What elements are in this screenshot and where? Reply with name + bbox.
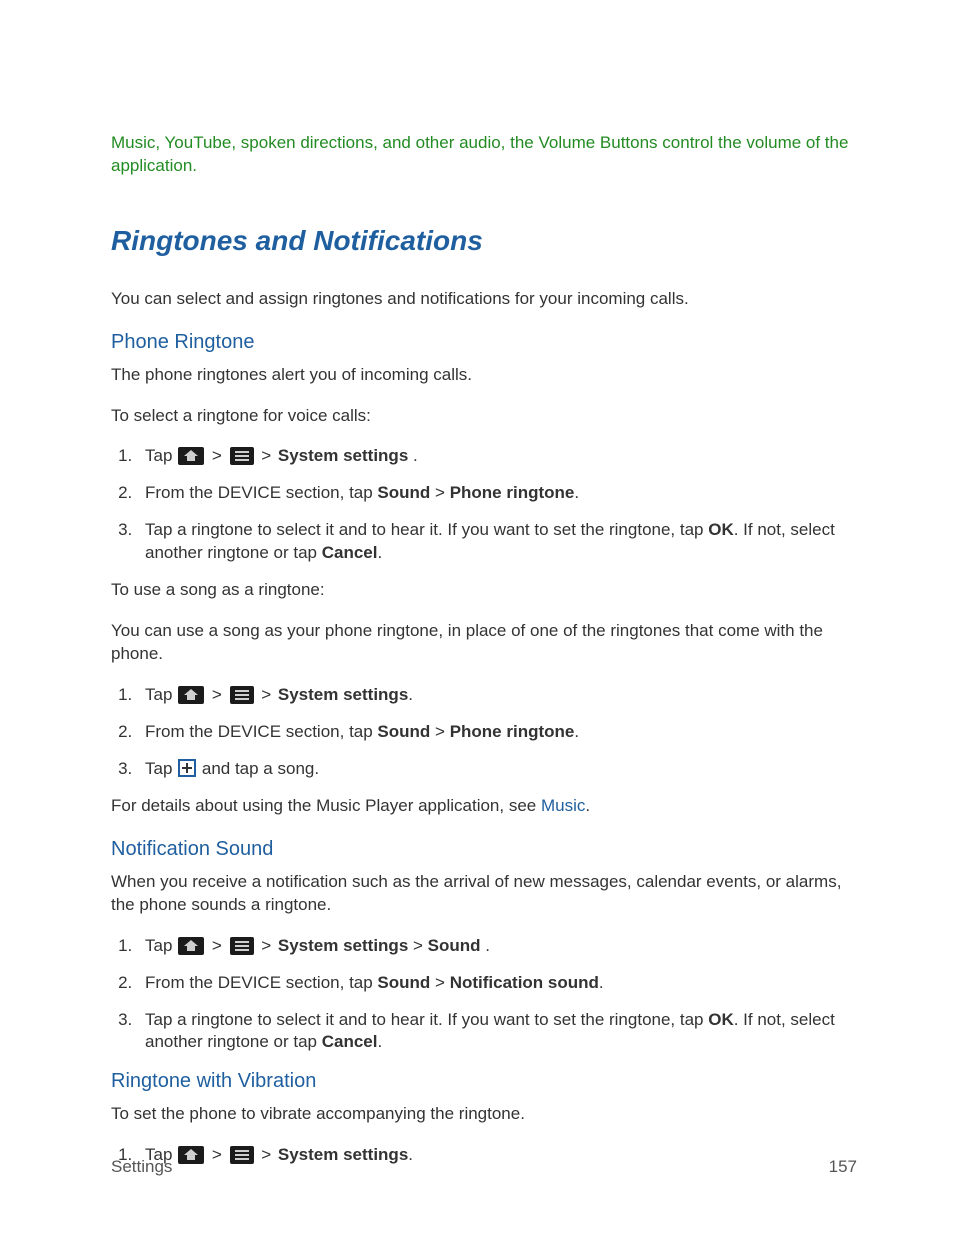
music-details-p: For details about using the Music Player…: [111, 795, 857, 818]
text: .: [481, 936, 490, 955]
section-intro: You can select and assign ringtones and …: [111, 288, 857, 311]
notification-sound-label: Notification sound: [450, 973, 599, 992]
phone-ringtone-label: Phone ringtone: [450, 483, 575, 502]
sound-label: Sound: [428, 936, 481, 955]
separator: >: [255, 685, 278, 704]
text: .: [408, 685, 413, 704]
text: Tap: [145, 446, 177, 465]
text: .: [574, 483, 579, 502]
text: For details about using the Music Player…: [111, 796, 541, 815]
step: Tap and tap a song.: [137, 758, 857, 781]
music-link[interactable]: Music: [541, 796, 585, 815]
page-footer: Settings 157: [111, 1156, 857, 1179]
step: Tap a ringtone to select it and to hear …: [137, 519, 857, 565]
notification-sound-steps: Tap > > System settings > Sound . From t…: [111, 935, 857, 1055]
menu-icon: [230, 686, 254, 704]
text: From the DEVICE section, tap: [145, 973, 377, 992]
separator: >: [255, 446, 278, 465]
ok-label: OK: [708, 1010, 734, 1029]
phone-ringtone-p4: You can use a song as your phone rington…: [111, 620, 857, 666]
phone-ringtone-steps-b: Tap > > System settings. From the DEVICE…: [111, 684, 857, 781]
step: From the DEVICE section, tap Sound > Pho…: [137, 721, 857, 744]
separator: >: [205, 446, 228, 465]
menu-icon: [230, 447, 254, 465]
text: Tap: [145, 685, 177, 704]
text: .: [585, 796, 590, 815]
home-icon: [178, 447, 204, 465]
step: Tap > > System settings.: [137, 684, 857, 707]
text: .: [408, 446, 417, 465]
separator: >: [408, 936, 427, 955]
page-number: 157: [829, 1156, 857, 1179]
phone-ringtone-label: Phone ringtone: [450, 722, 575, 741]
phone-ringtone-p3: To use a song as a ringtone:: [111, 579, 857, 602]
step: From the DEVICE section, tap Sound > Pho…: [137, 482, 857, 505]
footer-section-label: Settings: [111, 1156, 172, 1179]
home-icon: [178, 686, 204, 704]
text: .: [599, 973, 604, 992]
phone-ringtone-p1: The phone ringtones alert you of incomin…: [111, 364, 857, 387]
home-icon: [178, 937, 204, 955]
phone-ringtone-p2: To select a ringtone for voice calls:: [111, 405, 857, 428]
text: Tap a ringtone to select it and to hear …: [145, 1010, 708, 1029]
ringtone-vibration-title: Ringtone with Vibration: [111, 1068, 857, 1095]
page: Music, YouTube, spoken directions, and o…: [0, 0, 954, 1235]
separator: >: [205, 685, 228, 704]
separator: >: [205, 936, 228, 955]
cancel-label: Cancel: [322, 543, 378, 562]
text: .: [377, 543, 382, 562]
notification-sound-title: Notification Sound: [111, 836, 857, 863]
phone-ringtone-title: Phone Ringtone: [111, 329, 857, 356]
step: Tap > > System settings > Sound .: [137, 935, 857, 958]
notification-sound-p1: When you receive a notification such as …: [111, 871, 857, 917]
separator: >: [430, 973, 449, 992]
ok-label: OK: [708, 520, 734, 539]
separator: >: [430, 483, 449, 502]
separator: >: [430, 722, 449, 741]
menu-icon: [230, 937, 254, 955]
text: .: [574, 722, 579, 741]
sound-label: Sound: [377, 483, 430, 502]
step: Tap > > System settings .: [137, 445, 857, 468]
sound-label: Sound: [377, 722, 430, 741]
section-title: Ringtones and Notifications: [111, 222, 857, 260]
sound-label: Sound: [377, 973, 430, 992]
text: Tap a ringtone to select it and to hear …: [145, 520, 708, 539]
text: and tap a song.: [197, 759, 319, 778]
text: From the DEVICE section, tap: [145, 483, 377, 502]
ringtone-vibration-p1: To set the phone to vibrate accompanying…: [111, 1103, 857, 1126]
phone-ringtone-steps-a: Tap > > System settings . From the DEVIC…: [111, 445, 857, 565]
text: From the DEVICE section, tap: [145, 722, 377, 741]
text: .: [377, 1032, 382, 1051]
separator: >: [255, 936, 278, 955]
plus-icon: [178, 759, 196, 777]
system-settings-label: System settings: [278, 685, 408, 704]
carryover-note: Music, YouTube, spoken directions, and o…: [111, 132, 857, 178]
cancel-label: Cancel: [322, 1032, 378, 1051]
text: Tap: [145, 759, 177, 778]
step: Tap a ringtone to select it and to hear …: [137, 1009, 857, 1055]
system-settings-label: System settings: [278, 936, 408, 955]
step: From the DEVICE section, tap Sound > Not…: [137, 972, 857, 995]
text: Tap: [145, 936, 177, 955]
system-settings-label: System settings: [278, 446, 408, 465]
